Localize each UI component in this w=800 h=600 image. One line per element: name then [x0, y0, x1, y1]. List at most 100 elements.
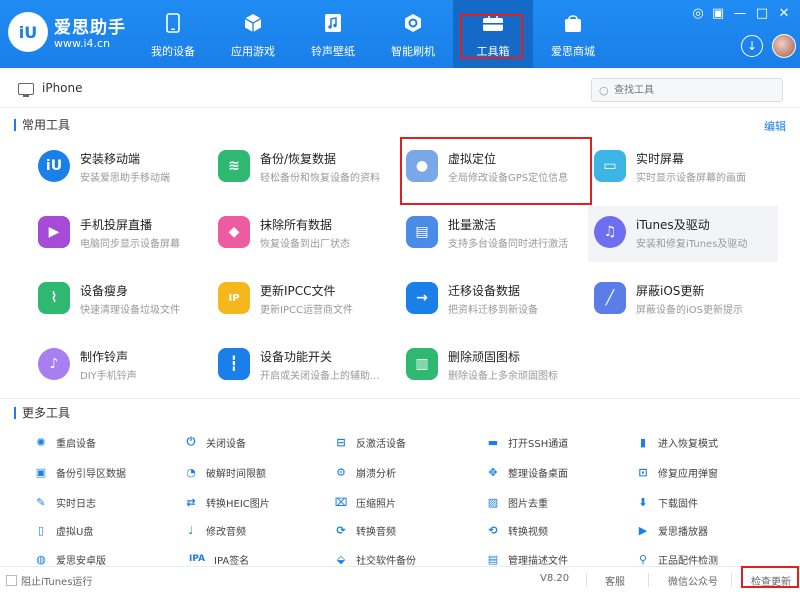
more-tool-item[interactable]: ▬ 打开SSH通道: [486, 433, 626, 451]
more-tool-item[interactable]: ✥ 整理设备桌面: [486, 463, 626, 481]
tool-card[interactable]: ▤ 批量激活 支持多台设备同时进行激活: [400, 206, 590, 262]
more-tool-item[interactable]: ✺ 重启设备: [34, 433, 174, 451]
search-icon: ○: [599, 84, 609, 97]
tab-smart-flash[interactable]: 智能刷机: [373, 0, 453, 68]
tool-card[interactable]: ● 虚拟定位 全局修改设备GPS定位信息: [400, 140, 590, 196]
tool-description: 轻松备份和恢复设备的资料: [260, 173, 380, 184]
tool-description: 支持多台设备同时进行激活: [448, 239, 568, 250]
tool-card[interactable]: ╱ 屏蔽iOS更新 屏蔽设备的iOS更新提示: [588, 272, 778, 328]
more-tool-item[interactable]: ▶ 爱思播放器: [636, 521, 776, 539]
tool-card[interactable]: → 迁移设备数据 把资料迁移到新设备: [400, 272, 590, 328]
heic-icon: ⇄: [186, 495, 196, 509]
tool-card[interactable]: ┇ 设备功能开关 开启或关闭设备上的辅助...: [212, 338, 402, 394]
footer-separator: [586, 573, 587, 587]
more-tool-label: 转换视频: [508, 527, 548, 538]
download-icon[interactable]: ↓: [741, 35, 763, 57]
tool-title: 抹除所有数据: [260, 218, 333, 232]
tool-card[interactable]: ⌇ 设备瘦身 快速清理设备垃圾文件: [32, 272, 222, 328]
tool-description: 开启或关闭设备上的辅助...: [260, 371, 380, 382]
skin-icon[interactable]: ◎: [690, 7, 706, 21]
usb-drive-icon: ▯: [37, 523, 45, 537]
more-tools-title: 更多工具: [14, 407, 70, 419]
more-tool-label: 图片去重: [508, 499, 548, 510]
player-icon: ▶: [638, 523, 648, 537]
cast-screen-icon: ▶: [38, 216, 70, 248]
search-box[interactable]: ○: [591, 78, 783, 102]
tab-i4-mall[interactable]: 爱思商城: [533, 0, 613, 68]
more-tool-item[interactable]: ♩ 修改音频: [184, 521, 324, 539]
tool-card[interactable]: ▭ 实时屏幕 实时显示设备屏幕的画面: [588, 140, 778, 196]
tool-description: DIY手机铃声: [80, 371, 137, 382]
footer-separator: [731, 573, 732, 587]
tab-my-device[interactable]: 我的设备: [133, 0, 213, 68]
recovery-mode-icon: ▮: [639, 435, 647, 449]
more-tool-item[interactable]: ⟳ 转换音频: [334, 521, 474, 539]
tab-ringtones-wallpapers[interactable]: 铃声壁纸: [293, 0, 373, 68]
more-tool-item[interactable]: ▨ 图片去重: [486, 493, 626, 511]
tab-apps-games[interactable]: 应用游戏: [213, 0, 293, 68]
wechat-link[interactable]: 微信公众号: [668, 573, 718, 588]
tab-toolbox[interactable]: 工具箱: [453, 0, 533, 68]
tool-card[interactable]: ♫ iTunes及驱动 安装和修复iTunes及驱动: [588, 206, 778, 262]
block-itunes-checkbox[interactable]: [6, 575, 17, 586]
eraser-icon: ◆: [218, 216, 250, 248]
shopping-bag-icon: [562, 12, 584, 34]
app-logo: iU: [8, 12, 48, 52]
trash-icon: ▥: [406, 348, 438, 380]
tool-description: 屏蔽设备的iOS更新提示: [636, 305, 743, 316]
tool-card[interactable]: ▶ 手机投屏直播 电脑同步显示设备屏幕: [32, 206, 222, 262]
more-tool-item[interactable]: ⚙ 崩溃分析: [334, 463, 474, 481]
restart-icon: ✺: [36, 435, 46, 449]
avatar[interactable]: [772, 34, 796, 58]
search-input[interactable]: [614, 82, 774, 98]
more-tool-item[interactable]: ✎ 实时日志: [34, 493, 174, 511]
cube-icon: [242, 12, 264, 34]
screens-icon: ▭: [594, 150, 626, 182]
common-tools-title: 常用工具: [14, 119, 70, 131]
more-tool-label: 实时日志: [56, 499, 96, 510]
convert-video-icon: ⟲: [488, 523, 498, 537]
more-tool-item[interactable]: ▣ 备份引导区数据: [34, 463, 174, 481]
more-tool-item[interactable]: ⌧ 压缩照片: [334, 493, 474, 511]
crash-analysis-icon: ⚙: [336, 465, 346, 479]
more-tool-label: 修改音频: [206, 527, 246, 538]
block-update-icon: ╱: [594, 282, 626, 314]
maximize-icon[interactable]: □: [754, 7, 770, 21]
more-tool-item[interactable]: ⊟ 反激活设备: [334, 433, 474, 451]
more-tool-label: 反激活设备: [356, 439, 406, 450]
more-tool-label: 转换HEIC图片: [206, 499, 270, 510]
more-tool-item[interactable]: ◔ 破解时间限额: [184, 463, 324, 481]
tool-description: 把资料迁移到新设备: [448, 305, 538, 316]
close-icon[interactable]: ✕: [776, 7, 792, 21]
more-tool-item[interactable]: ⏻ 关闭设备: [184, 433, 324, 451]
more-tool-item[interactable]: ⟲ 转换视频: [486, 521, 626, 539]
more-tool-item[interactable]: ⊡ 修复应用弹窗: [636, 463, 776, 481]
menu-icon[interactable]: ▣: [710, 7, 726, 21]
tool-card[interactable]: ▥ 删除顽固图标 删除设备上多余顽固图标: [400, 338, 590, 394]
more-tool-item[interactable]: ⇄ 转换HEIC图片: [184, 493, 324, 511]
convert-audio-icon: ⟳: [336, 523, 346, 537]
log-icon: ✎: [36, 495, 46, 509]
backup-boot-icon: ▣: [35, 465, 47, 479]
tool-title: 实时屏幕: [636, 152, 685, 166]
tool-description: 全局修改设备GPS定位信息: [448, 173, 569, 184]
check-update-button[interactable]: 检查更新: [751, 573, 791, 588]
tool-description: 安装爱思助手移动端: [80, 173, 170, 184]
minimize-icon[interactable]: —: [732, 7, 748, 21]
tool-card[interactable]: iU 安装移动端 安装爱思助手移动端: [32, 140, 222, 196]
tool-title: 备份/恢复数据: [260, 152, 337, 166]
download-firmware-icon: ⬇: [638, 495, 648, 509]
tool-card[interactable]: ◆ 抹除所有数据 恢复设备到出厂状态: [212, 206, 402, 262]
tool-title: 安装移动端: [80, 152, 141, 166]
customer-service-link[interactable]: 客服: [605, 573, 625, 588]
tool-card[interactable]: ♪ 制作铃声 DIY手机铃声: [32, 338, 222, 394]
ipa-icon: IPA: [188, 554, 206, 564]
tool-card[interactable]: ≋ 备份/恢复数据 轻松备份和恢复设备的资料: [212, 140, 402, 196]
more-tool-item[interactable]: ▯ 虚拟U盘: [34, 521, 174, 539]
divider: [0, 398, 800, 399]
edit-link[interactable]: 编辑: [764, 118, 786, 134]
more-tool-item[interactable]: ▮ 进入恢复模式: [636, 433, 776, 451]
tool-card[interactable]: IP 更新IPCC文件 更新IPCC运营商文件: [212, 272, 402, 328]
more-tool-item[interactable]: ⬇ 下载固件: [636, 493, 776, 511]
ssh-icon: ▬: [487, 435, 499, 449]
